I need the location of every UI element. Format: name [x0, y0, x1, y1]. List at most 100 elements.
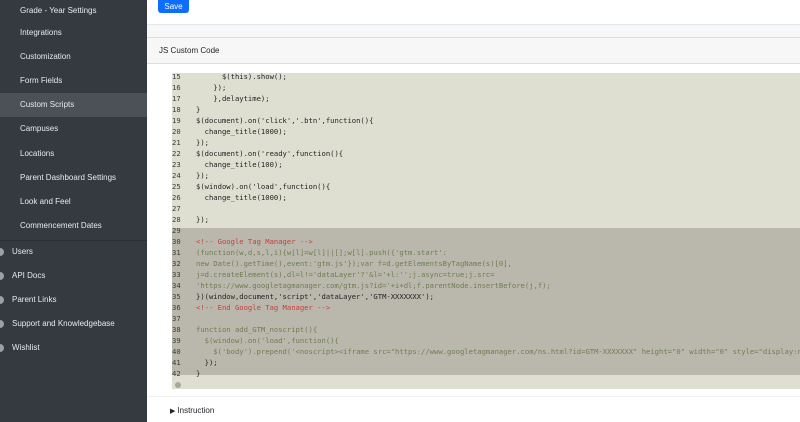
sidebar-subitem[interactable]: Customization — [0, 45, 147, 69]
code-line: 20 change_title(1000); — [172, 126, 800, 137]
code-line: 26 change_title(1000); — [172, 192, 800, 203]
save-button[interactable]: Save — [158, 0, 189, 13]
divider — [147, 396, 800, 397]
line-number: 35 — [172, 292, 181, 301]
sidebar: Grade - Year Settings Integrations Customi… — [0, 0, 147, 422]
scrollbar-thumb[interactable] — [175, 382, 181, 388]
line-number: 28 — [172, 215, 181, 224]
code-line: 30 <!-- Google Tag Manager --> — [172, 236, 800, 247]
code-text: } — [196, 105, 201, 114]
code-text: $('body').prepend('<noscript><iframe src… — [213, 347, 800, 356]
code-line: 27 — [172, 203, 800, 214]
code-text: <!-- Google Tag Manager --> — [196, 237, 313, 246]
sidebar-subitem[interactable]: Commencement Dates — [0, 214, 147, 238]
line-number: 18 — [172, 105, 181, 114]
code-line: 29 — [172, 225, 800, 236]
wishlist-icon — [0, 344, 4, 352]
line-number: 15 — [172, 73, 181, 81]
sidebar-subitem[interactable]: Locations — [0, 142, 147, 166]
code-text: $(window).on('load',function(){ — [196, 182, 331, 191]
sidebar-subitem[interactable]: Look and Feel — [0, 190, 147, 214]
sidebar-subitem[interactable]: Grade - Year Settings — [0, 0, 147, 23]
line-number: 16 — [172, 83, 181, 92]
code-text: <!-- End Google Tag Manager --> — [196, 303, 331, 312]
instruction-toggle[interactable]: ▶ Instruction — [170, 406, 214, 415]
line-number: 37 — [172, 314, 181, 323]
sidebar-subitem[interactable]: Parent Dashboard Settings — [0, 166, 147, 190]
code-text: $(document).on('click','.btn',function()… — [196, 116, 374, 125]
sidebar-subitem[interactable]: Integrations — [0, 21, 147, 45]
api-docs-icon — [0, 272, 4, 280]
line-number: 21 — [172, 138, 181, 147]
code-text: } — [196, 369, 201, 378]
sidebar-subitem[interactable]: Campuses — [0, 117, 147, 141]
line-number: 20 — [172, 127, 181, 136]
code-text: }); — [196, 215, 209, 224]
sidebar-item-label: Users — [12, 247, 33, 256]
line-number: 33 — [172, 270, 181, 279]
instruction-label: Instruction — [177, 406, 215, 415]
sidebar-item-label: API Docs — [12, 271, 46, 280]
code-line: 25 $(window).on('load',function(){ — [172, 181, 800, 192]
code-text: change_title(100); — [196, 160, 283, 169]
code-editor[interactable]: 15 $(this).show(); 16 }); 17 },delaytime);… — [172, 73, 800, 389]
code-text: $(window).on('load',function(){ — [196, 336, 339, 345]
line-number: 17 — [172, 94, 181, 103]
line-number: 40 — [172, 347, 181, 356]
line-number: 22 — [172, 149, 181, 158]
code-line: 15 $(this).show(); — [172, 73, 800, 82]
line-number: 26 — [172, 193, 181, 202]
code-text: })(window,document,'script','dataLayer',… — [196, 292, 434, 301]
line-number: 39 — [172, 336, 181, 345]
code-line: 18} — [172, 104, 800, 115]
code-line: 21}); — [172, 137, 800, 148]
code-text: }); — [196, 358, 218, 367]
code-line: 19 $(document).on('click','.btn',function… — [172, 115, 800, 126]
sidebar-item[interactable]: API Docs — [0, 264, 147, 288]
disclosure-triangle-icon: ▶ — [170, 408, 176, 415]
line-number: 38 — [172, 325, 181, 334]
line-number: 29 — [172, 226, 181, 235]
code-line: 41 }); — [172, 357, 800, 368]
line-number: 32 — [172, 259, 181, 268]
code-line: 37 — [172, 313, 800, 324]
code-text: (function(w,d,s,l,i){w[l]=w[l]||[];w[l].… — [196, 248, 447, 257]
code-line: 38 function add_GTM_noscript(){ — [172, 324, 800, 335]
code-text: $(this).show(); — [196, 73, 287, 81]
sidebar-item[interactable]: Parent Links — [0, 288, 147, 312]
code-text: change_title(1000); — [196, 193, 287, 202]
code-text: },delaytime); — [196, 94, 270, 103]
horizontal-scrollbar[interactable] — [172, 381, 800, 389]
sidebar-item-label: Support and Knowledgebase — [12, 319, 115, 328]
code-line: 23 change_title(100); — [172, 159, 800, 170]
code-line: 24}); — [172, 170, 800, 181]
code-line: 42} — [172, 368, 800, 379]
sidebar-item[interactable]: Support and Knowledgebase — [0, 312, 147, 336]
card-header: JS Custom Code — [147, 37, 800, 64]
code-line: 31 (function(w,d,s,l,i){w[l]=w[l]||[];w[l… — [172, 247, 800, 258]
code-line: 16 }); — [172, 82, 800, 93]
code-text: change_title(1000); — [196, 127, 287, 136]
code-line: 33 j=d.createElement(s),dl=l!='dataLayer'… — [172, 269, 800, 280]
line-number: 42 — [172, 369, 181, 378]
code-text: $(document).on('ready',function(){ — [196, 149, 344, 158]
code-line: 34 'https://www.googletagmanager.com/gtm.… — [172, 280, 800, 291]
code-text: new Date().getTime(),event:'gtm.js'});va… — [196, 259, 512, 268]
code-line: 22 $(document).on('ready',function(){ — [172, 148, 800, 159]
sidebar-item[interactable]: Users — [0, 240, 147, 264]
line-number: 31 — [172, 248, 181, 257]
link-icon — [0, 296, 4, 304]
line-number: 36 — [172, 303, 181, 312]
code-line: 36 <!-- End Google Tag Manager --> — [172, 302, 800, 313]
users-icon — [0, 248, 4, 256]
sidebar-subitem[interactable]: Custom Scripts — [0, 93, 147, 117]
section-gap — [147, 25, 800, 37]
code-line: 40 $('body').prepend('<noscript><iframe … — [172, 346, 800, 357]
line-number: 41 — [172, 358, 181, 367]
code-line: 28}); — [172, 214, 800, 225]
sidebar-subitem[interactable]: Form Fields — [0, 69, 147, 93]
code-line: 35 })(window,document,'script','dataLayer… — [172, 291, 800, 302]
code-text: }); — [196, 83, 227, 92]
code-line: 39 $(window).on('load',function(){ — [172, 335, 800, 346]
sidebar-item[interactable]: Wishlist — [0, 336, 147, 360]
